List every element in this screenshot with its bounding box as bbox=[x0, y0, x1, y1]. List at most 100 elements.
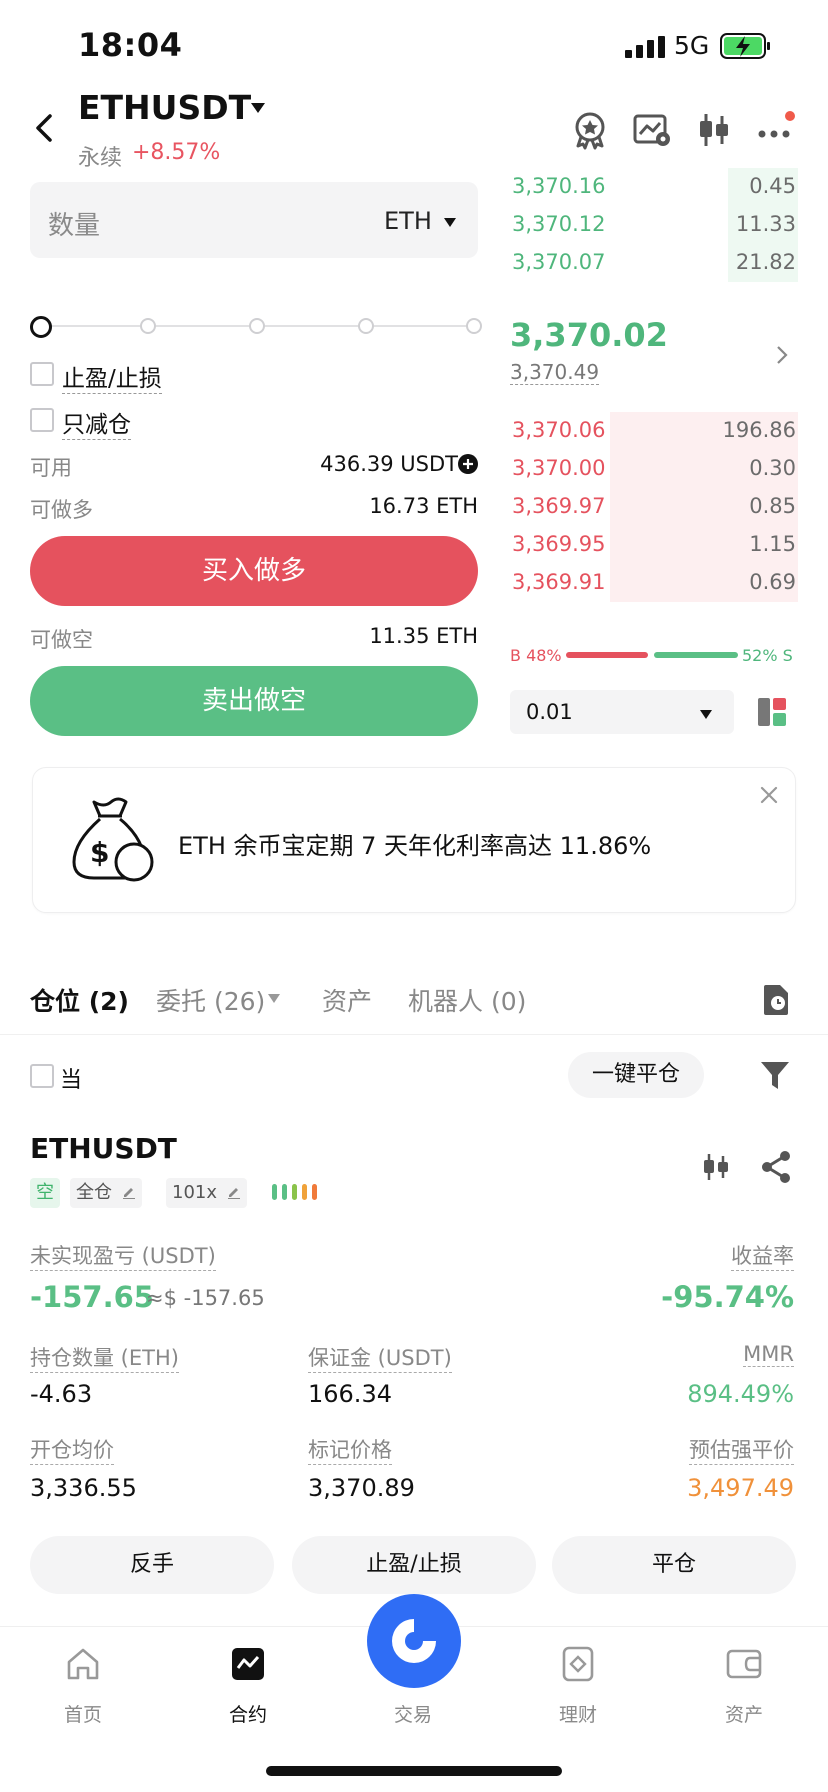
slider-step-100[interactable] bbox=[466, 318, 482, 334]
tp-sl-label[interactable]: 止盈/止损 bbox=[62, 359, 162, 394]
badge-icon[interactable] bbox=[570, 110, 610, 150]
caret-down-icon[interactable] bbox=[700, 710, 712, 719]
quantity-slider-handle[interactable] bbox=[30, 316, 52, 338]
leverage-label: 101x bbox=[172, 1182, 218, 1203]
edit-pencil-icon[interactable] bbox=[227, 1185, 241, 1199]
tab-positions[interactable]: 仓位 (2) bbox=[30, 982, 129, 1018]
wallet-icon[interactable] bbox=[726, 1646, 762, 1682]
home-icon[interactable] bbox=[65, 1646, 101, 1682]
sell-short-button[interactable]: 卖出做空 bbox=[30, 666, 478, 736]
reduce-only-label[interactable]: 只减仓 bbox=[62, 405, 131, 440]
caret-down-icon[interactable] bbox=[268, 994, 280, 1003]
margin-label: 保证金 (USDT) bbox=[308, 1342, 452, 1373]
orderbook-top-row[interactable]: 3,370.16 0.45 bbox=[508, 168, 798, 206]
orderbook-price: 3,370.06 bbox=[512, 418, 606, 442]
reverse-button[interactable]: 反手 bbox=[30, 1536, 274, 1594]
network-type: 5G bbox=[674, 31, 710, 60]
upnl-label: 未实现盈亏 (USDT) bbox=[30, 1240, 216, 1271]
nav-trade-label[interactable]: 交易 bbox=[363, 1700, 463, 1727]
battery-charging-icon bbox=[720, 33, 770, 59]
history-document-icon[interactable] bbox=[762, 984, 790, 1016]
buy-long-button[interactable]: 买入做多 bbox=[30, 536, 478, 606]
tab-assets[interactable]: 资产 bbox=[322, 982, 372, 1018]
tab-divider bbox=[0, 1034, 828, 1035]
slider-step-50[interactable] bbox=[249, 318, 265, 334]
mark-price-label: 标记价格 bbox=[308, 1434, 392, 1465]
margin-mode-tag[interactable]: 全仓 bbox=[70, 1178, 142, 1208]
chevron-right-icon[interactable] bbox=[776, 345, 788, 365]
leverage-tag[interactable]: 101x bbox=[166, 1178, 247, 1208]
filter-icon[interactable] bbox=[760, 1060, 790, 1092]
nav-home-label[interactable]: 首页 bbox=[33, 1700, 133, 1727]
edit-pencil-icon[interactable] bbox=[122, 1185, 136, 1199]
futures-chart-icon[interactable] bbox=[230, 1646, 266, 1682]
mmr-value: 894.49% bbox=[687, 1380, 794, 1408]
available-value: 436.39 USDT bbox=[320, 452, 458, 476]
risk-level-icon bbox=[272, 1184, 317, 1200]
share-icon[interactable] bbox=[760, 1150, 792, 1184]
buy-ratio: B 48% bbox=[510, 646, 562, 665]
orderbook-bid-row[interactable]: 3,370.00 0.30 bbox=[508, 450, 798, 488]
earn-icon[interactable] bbox=[560, 1646, 596, 1682]
reduce-only-checkbox[interactable] bbox=[30, 408, 54, 432]
tab-bots[interactable]: 机器人 (0) bbox=[408, 982, 526, 1018]
orderbook-top-row[interactable]: 3,370.07 21.82 bbox=[508, 244, 798, 282]
tp-sl-button[interactable]: 止盈/止损 bbox=[292, 1536, 536, 1594]
orderbook-qty: 1.15 bbox=[749, 532, 796, 556]
position-symbol[interactable]: ETHUSDT bbox=[30, 1132, 177, 1165]
quantity-unit-selector[interactable]: ETH bbox=[384, 207, 432, 235]
roe-label: 收益率 bbox=[731, 1240, 794, 1271]
slider-step-25[interactable] bbox=[140, 318, 156, 334]
liquidation-price-value: 3,497.49 bbox=[687, 1474, 794, 1502]
orderbook-bid-row[interactable]: 3,369.97 0.85 bbox=[508, 488, 798, 526]
current-pair-checkbox[interactable] bbox=[30, 1064, 54, 1088]
tp-sl-checkbox[interactable] bbox=[30, 362, 54, 386]
orderbook-qty: 11.33 bbox=[735, 212, 796, 236]
available-label: 可用 bbox=[30, 456, 72, 480]
candlestick-icon[interactable] bbox=[694, 110, 734, 150]
orderbook-top-row[interactable]: 3,370.12 11.33 bbox=[508, 206, 798, 244]
nav-earn-label[interactable]: 理财 bbox=[528, 1700, 628, 1727]
mark-price-value: 3,370.89 bbox=[308, 1474, 415, 1502]
orderbook-bid-row[interactable]: 3,370.06 196.86 bbox=[508, 412, 798, 450]
orderbook-price: 3,370.12 bbox=[512, 212, 606, 236]
orderbook-price: 3,370.07 bbox=[512, 250, 606, 274]
back-arrow-icon[interactable] bbox=[30, 108, 60, 148]
orderbook-price: 3,369.97 bbox=[512, 494, 606, 518]
candlestick-icon[interactable] bbox=[700, 1152, 732, 1182]
cellular-signal-icon bbox=[625, 36, 665, 58]
orderbook-bid-row[interactable]: 3,369.91 0.69 bbox=[508, 564, 798, 602]
promo-text: ETH 余币宝定期 7 天年化利率高达 11.86% bbox=[178, 832, 652, 860]
close-icon[interactable] bbox=[760, 786, 778, 804]
orderbook-qty: 0.45 bbox=[749, 174, 796, 198]
orderbook-price: 3,370.16 bbox=[512, 174, 606, 198]
nav-assets-label[interactable]: 资产 bbox=[694, 1700, 794, 1727]
precision-value: 0.01 bbox=[526, 700, 573, 724]
caret-down-icon[interactable] bbox=[444, 218, 456, 227]
side-tag: 空 bbox=[30, 1178, 60, 1208]
add-funds-icon[interactable] bbox=[458, 454, 478, 474]
tab-orders[interactable]: 委托 (26) bbox=[156, 982, 265, 1018]
close-position-button[interactable]: 平仓 bbox=[552, 1536, 796, 1594]
can-short-value: 11.35 ETH bbox=[369, 624, 478, 648]
pair-selector[interactable]: ETHUSDT bbox=[78, 88, 251, 127]
money-bag-icon: $ bbox=[72, 797, 154, 882]
chart-settings-icon[interactable] bbox=[632, 110, 672, 150]
sell-ratio-bar bbox=[654, 652, 738, 658]
current-pair-label[interactable]: 当 bbox=[60, 1062, 82, 1094]
roe-value: -95.74% bbox=[661, 1280, 794, 1314]
mmr-label: MMR bbox=[743, 1342, 794, 1367]
status-time: 18:04 bbox=[78, 26, 183, 64]
svg-text:$: $ bbox=[90, 836, 109, 869]
orderbook-layout-icon[interactable] bbox=[757, 697, 787, 727]
close-all-button[interactable]: 一键平仓 bbox=[568, 1052, 704, 1098]
more-menu-icon[interactable] bbox=[756, 110, 796, 150]
caret-down-icon[interactable] bbox=[250, 102, 266, 114]
last-price[interactable]: 3,370.02 bbox=[510, 316, 668, 354]
position-size-label: 持仓数量 (ETH) bbox=[30, 1342, 179, 1373]
mark-price: 3,370.49 bbox=[510, 360, 600, 385]
nav-futures-label[interactable]: 合约 bbox=[198, 1700, 298, 1727]
trade-logo-icon[interactable] bbox=[386, 1613, 442, 1669]
slider-step-75[interactable] bbox=[358, 318, 374, 334]
orderbook-bid-row[interactable]: 3,369.95 1.15 bbox=[508, 526, 798, 564]
